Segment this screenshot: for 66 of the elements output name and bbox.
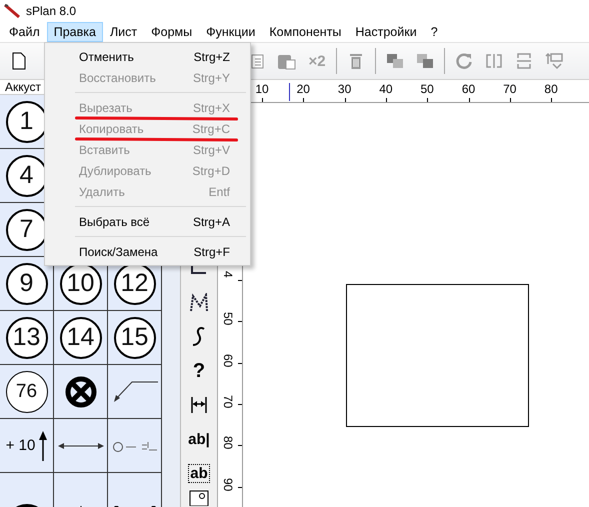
window-title: sPlan 8.0: [26, 4, 76, 18]
ruler-label: 30: [338, 82, 352, 96]
shortcut-label: Strg+F: [194, 244, 230, 258]
shortcut-label: Strg+D: [192, 164, 230, 178]
numbered-circle-symbol[interactable]: 14: [60, 316, 102, 358]
menu-item[interactable]: Компоненты: [262, 22, 348, 42]
menu-item[interactable]: Лист: [102, 22, 144, 42]
dimension-arrow-icon[interactable]: [58, 442, 104, 450]
ruler-label: 50: [420, 82, 434, 96]
menu-option-label: Отменить: [79, 50, 134, 64]
corner-tool-icon[interactable]: [190, 263, 208, 275]
menu-option-label: Выбрать всё: [79, 214, 150, 228]
menu-item[interactable]: ?: [424, 22, 445, 42]
text-box-tool-button[interactable]: ab: [184, 456, 214, 490]
text-tool-button[interactable]: ab|: [184, 422, 214, 456]
ruler-label: 20: [296, 82, 310, 96]
menu-option-label: Дублировать: [79, 164, 152, 178]
shortcut-label: Strg+V: [192, 142, 230, 156]
ruler-label: 50: [221, 312, 235, 326]
library-tab[interactable]: Аккуст: [0, 80, 41, 94]
menu-item[interactable]: Правка: [46, 22, 103, 42]
menu-item[interactable]: Файл: [2, 22, 47, 42]
shortcut-label: Strg+Y: [192, 70, 230, 84]
ruler-label: 4: [221, 271, 235, 278]
menu-option-label: Поиск/Замена: [79, 244, 158, 258]
shortcut-label: Strg+A: [192, 214, 230, 228]
menu-option[interactable]: Выбрать всё Strg+A: [47, 211, 248, 232]
ruler-label: 80: [221, 436, 235, 450]
shortcut-label: Entf: [208, 184, 230, 198]
menu-option-label: Восстановить: [79, 70, 156, 84]
help-tool-button[interactable]: ?: [184, 354, 214, 388]
numbered-circle-symbol[interactable]: 13: [6, 316, 48, 358]
shortcut-label: Strg+C: [192, 122, 230, 136]
ruler-label: 80: [544, 82, 558, 96]
menu-option-label: Вставить: [79, 142, 130, 156]
lamp-symbol-icon[interactable]: [64, 374, 98, 408]
shortcut-label: Strg+Z: [194, 50, 230, 64]
image-tool-icon[interactable]: [189, 490, 209, 506]
polyline-tool-icon[interactable]: [189, 293, 209, 313]
menu-item[interactable]: Настройки: [348, 22, 424, 42]
menu-option-label: Удалить: [79, 184, 125, 198]
menu-option-label: Копировать: [79, 122, 144, 136]
up-arrow-icon: [39, 430, 48, 460]
shortcut-label: Strg+X: [192, 100, 230, 114]
numbered-circle-symbol[interactable]: 15: [114, 316, 156, 358]
ruler-label: 90: [221, 478, 235, 491]
menu-option[interactable]: Поиск/Замена Strg+F: [47, 241, 248, 262]
cursor-marker: [289, 83, 290, 101]
ruler-label: 60: [221, 354, 235, 367]
menu-item[interactable]: Формы: [144, 22, 200, 42]
menu-option-label: Вырезать: [79, 100, 132, 114]
menu-option[interactable]: Отменить Strg+Z: [47, 46, 248, 67]
numbered-circle-symbol[interactable]: 76: [6, 370, 48, 412]
ruler-label: 70: [503, 82, 516, 96]
pencil-icon: [4, 4, 20, 18]
leader-arrow-icon[interactable]: [112, 380, 158, 402]
curve-tool-icon[interactable]: [191, 326, 207, 348]
menu-item[interactable]: Функции: [199, 22, 262, 42]
ruler-label: 70: [221, 394, 235, 408]
level-mark-label[interactable]: + 10: [6, 437, 36, 454]
dimension-tool-icon[interactable]: [190, 396, 208, 414]
ruler-label: 40: [379, 82, 393, 96]
ruler-label: 60: [462, 82, 476, 96]
ruler-label: 10: [255, 82, 269, 96]
numbered-circle-symbol[interactable]: 9: [6, 262, 48, 304]
rectangle-shape[interactable]: [346, 284, 529, 427]
